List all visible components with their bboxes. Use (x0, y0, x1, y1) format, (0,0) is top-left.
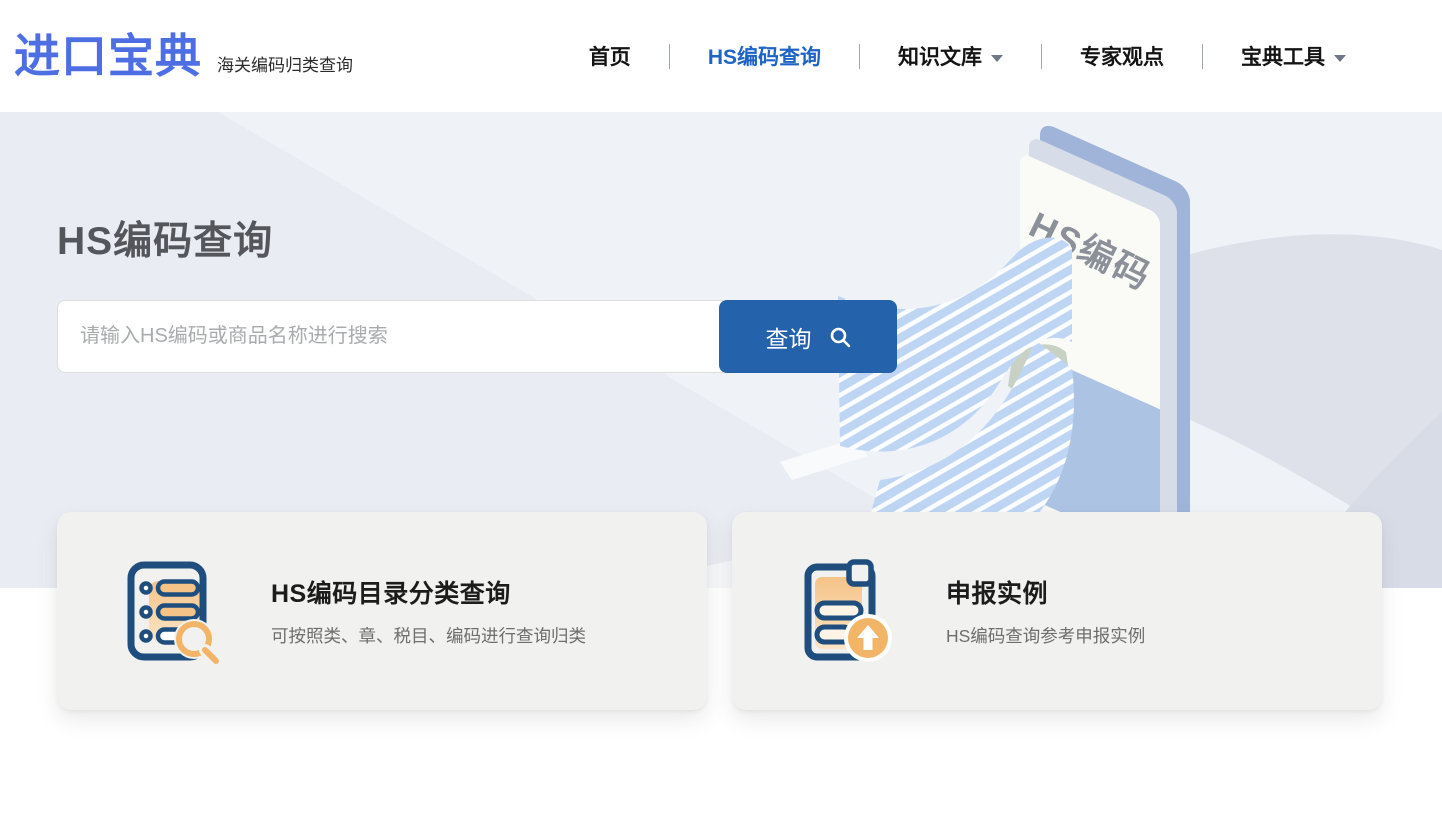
card-text: HS编码目录分类查询 可按照类、章、税目、编码进行查询归类 (271, 574, 586, 648)
nav-item-hs-code-search[interactable]: HS编码查询 (708, 41, 821, 71)
nav-item-label: 宝典工具 (1241, 41, 1325, 71)
hero-title: HS编码查询 (57, 112, 1442, 266)
card-title: 申报实例 (946, 574, 1145, 610)
main-nav: 首页 HS编码查询 知识文库 专家观点 宝典工具 (551, 41, 1384, 71)
search-input[interactable] (57, 300, 723, 373)
card-description: HS编码查询参考申报实例 (946, 623, 1145, 648)
site-tagline: 海关编码归类查询 (217, 37, 353, 76)
nav-item-home[interactable]: 首页 (589, 41, 631, 71)
nav-item-label: 首页 (589, 41, 631, 71)
nav-item-expert-views[interactable]: 专家观点 (1080, 41, 1164, 71)
search-button[interactable]: 查询 (719, 300, 897, 373)
hero-content: HS编码查询 查询 (0, 112, 1442, 373)
nav-divider (1202, 44, 1203, 69)
nav-item-label: HS编码查询 (708, 41, 821, 71)
card-text: 申报实例 HS编码查询参考申报实例 (946, 574, 1145, 648)
nav-item-toolbox[interactable]: 宝典工具 (1241, 41, 1346, 71)
card-declaration-examples[interactable]: 申报实例 HS编码查询参考申报实例 (732, 512, 1382, 710)
site-header: 进口宝典 海关编码归类查询 首页 HS编码查询 知识文库 专家观点 宝典工具 (0, 0, 1442, 112)
declaration-upload-icon (788, 555, 900, 667)
chevron-down-icon (1334, 55, 1346, 62)
search-button-label: 查询 (766, 320, 812, 354)
card-title: HS编码目录分类查询 (271, 574, 586, 610)
nav-item-knowledge-library[interactable]: 知识文库 (898, 41, 1003, 71)
logo[interactable]: 进口宝典 (14, 33, 202, 79)
page: 进口宝典 海关编码归类查询 首页 HS编码查询 知识文库 专家观点 宝典工具 (0, 0, 1442, 840)
nav-divider (859, 44, 860, 69)
search-bar: 查询 (57, 300, 897, 373)
feature-cards: HS编码目录分类查询 可按照类、章、税目、编码进行查询归类 申报实例 HS编码查… (57, 512, 1382, 710)
nav-divider (669, 44, 670, 69)
nav-item-label: 专家观点 (1080, 41, 1164, 71)
chevron-down-icon (991, 55, 1003, 62)
catalog-search-icon (113, 555, 225, 667)
card-hs-catalog[interactable]: HS编码目录分类查询 可按照类、章、税目、编码进行查询归类 (57, 512, 707, 710)
card-description: 可按照类、章、税目、编码进行查询归类 (271, 623, 586, 648)
nav-item-label: 知识文库 (898, 41, 982, 71)
nav-divider (1041, 44, 1042, 69)
magnifier-icon (829, 326, 851, 348)
